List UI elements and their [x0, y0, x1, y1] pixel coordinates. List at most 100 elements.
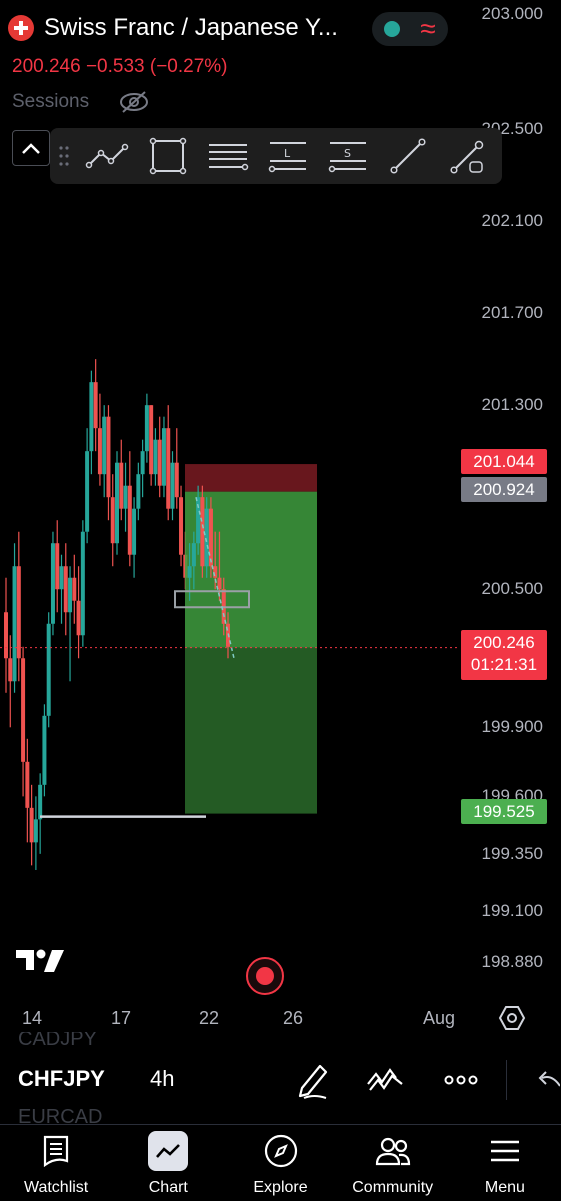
ray-icon — [450, 140, 484, 174]
chart-area[interactable]: 203.000 202.500 202.100 201.700 201.300 200.5… — [0, 0, 561, 1040]
market-status-pill[interactable]: ≈ — [372, 12, 448, 46]
candle-body — [166, 428, 171, 509]
nav-watchlist[interactable]: Watchlist — [0, 1125, 112, 1201]
interval-selector[interactable]: 4h — [150, 1066, 174, 1092]
take-profit-price-tag: 199.525 — [461, 799, 547, 824]
nav-chart[interactable]: Chart — [112, 1125, 224, 1201]
candle-body — [33, 819, 38, 843]
record-button[interactable] — [246, 957, 284, 995]
rectangle-tool-button[interactable] — [138, 128, 198, 184]
nav-menu-label: Menu — [484, 1179, 525, 1196]
candle-body — [46, 623, 51, 716]
profit-zone — [185, 647, 317, 814]
drawing-toolbar[interactable]: L S — [50, 128, 502, 184]
wave-icon: ≈ — [420, 13, 436, 44]
candle-body — [89, 382, 94, 452]
short-position-icon: S — [328, 142, 366, 173]
candle-body — [204, 508, 209, 567]
candle-body — [187, 566, 192, 578]
price-tick-label: 201.700 — [481, 303, 543, 323]
settings-hexagon-icon[interactable] — [498, 1004, 526, 1032]
parallel-channel-tool-button[interactable] — [198, 128, 258, 184]
short-letter: S — [344, 147, 351, 160]
market-open-dot-icon — [384, 21, 400, 37]
pencil-draw-icon[interactable] — [296, 1060, 330, 1100]
rectangle-icon — [149, 137, 187, 175]
nav-watchlist-label: Watchlist — [23, 1179, 89, 1196]
parallel-channel-icon — [209, 144, 249, 171]
candle-body — [16, 566, 21, 659]
community-icon — [373, 1131, 413, 1171]
candle-body — [4, 612, 8, 659]
stop-loss-price-tag: 201.044 — [461, 449, 547, 474]
bottom-navigation[interactable]: Watchlist Chart Explore Community Menu — [0, 1124, 561, 1201]
candle-body — [55, 543, 60, 590]
candle-body — [110, 497, 115, 544]
candle-body — [106, 416, 111, 498]
candle-body — [161, 428, 166, 486]
candle-body — [12, 566, 17, 682]
indicators-icon[interactable] — [366, 1060, 406, 1100]
nav-community[interactable]: Community — [337, 1125, 449, 1201]
menu-icon — [485, 1131, 525, 1171]
swiss-flag-icon — [8, 15, 34, 41]
last-price-value: 200.246 — [473, 633, 535, 652]
candle-body — [93, 382, 98, 429]
sessions-row[interactable]: Sessions — [12, 90, 149, 114]
price-tick-label: 199.100 — [481, 901, 543, 921]
symbol-title[interactable]: Swiss Franc / Japanese Y... — [44, 14, 338, 42]
nav-explore[interactable]: Explore — [224, 1125, 336, 1201]
entry-price-tag: 200.924 — [461, 477, 547, 502]
time-tick-label: 14 — [22, 1008, 43, 1028]
candle-body — [119, 462, 124, 509]
candle-body — [8, 658, 13, 682]
price-tick-label: 200.500 — [481, 579, 543, 599]
more-options-icon[interactable] — [444, 1060, 478, 1100]
trend-line-tool-button[interactable] — [78, 128, 138, 184]
time-tick-label: 26 — [283, 1008, 304, 1028]
nav-menu[interactable]: Menu — [449, 1125, 561, 1201]
ray-tool-button[interactable] — [438, 128, 498, 184]
candle-body — [179, 497, 184, 555]
candle-body — [144, 405, 149, 452]
bar-countdown: 01:21:31 — [470, 655, 538, 674]
candle-body — [123, 485, 128, 509]
divider — [506, 1060, 507, 1100]
symbol-header[interactable]: Swiss Franc / Japanese Y... — [8, 14, 338, 42]
nav-community-label: Community — [352, 1179, 434, 1196]
candle-body — [25, 761, 30, 808]
candle-body — [127, 485, 132, 555]
price-tick-label: 203.000 — [481, 4, 543, 23]
eye-off-icon[interactable] — [119, 90, 149, 114]
candle-body — [97, 428, 102, 475]
short-position-tool-button[interactable]: S — [318, 128, 378, 184]
candle-body — [85, 451, 90, 532]
time-tick-label: 22 — [199, 1008, 220, 1028]
undo-icon[interactable] — [536, 1060, 560, 1100]
candle-body — [72, 577, 77, 601]
nav-explore-label: Explore — [253, 1179, 308, 1196]
candle-body — [153, 439, 158, 475]
last-price-tag: 200.246 01:21:31 — [461, 630, 547, 680]
previous-symbol[interactable]: CADJPY — [18, 1032, 97, 1052]
candle-body — [149, 405, 154, 475]
chart-icon — [148, 1131, 189, 1171]
current-symbol[interactable]: CHFJPY — [18, 1066, 105, 1092]
collapse-button[interactable] — [12, 130, 50, 166]
tradingview-logo-icon — [16, 949, 64, 972]
candle-body — [21, 658, 26, 762]
candle-body — [208, 508, 213, 567]
candle-body — [102, 416, 107, 475]
candle-body — [213, 566, 218, 578]
candle-body — [80, 531, 85, 636]
candle-body — [68, 577, 73, 613]
line-tool-button[interactable] — [378, 128, 438, 184]
candle-body — [140, 451, 145, 475]
price-change-line: 200.246 −0.533 (−0.27%) — [12, 56, 228, 77]
long-position-tool-button[interactable]: L — [258, 128, 318, 184]
drag-handle-icon[interactable] — [50, 128, 78, 184]
candle-body — [63, 566, 68, 613]
candle-body — [29, 807, 34, 843]
candle-body — [59, 566, 64, 590]
chevron-up-icon — [22, 143, 40, 154]
